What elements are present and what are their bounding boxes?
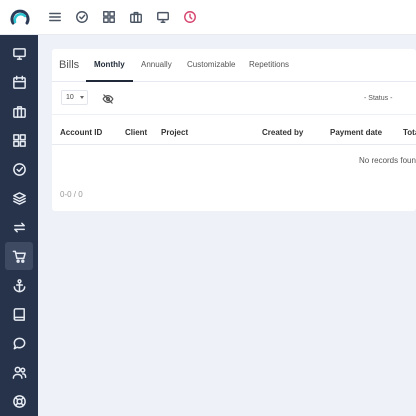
column-header-project[interactable]: Project: [161, 128, 188, 137]
sidebar: [0, 35, 38, 416]
column-header-created-by[interactable]: Created by: [262, 128, 303, 137]
book-icon[interactable]: [5, 300, 33, 328]
briefcase-icon[interactable]: [128, 9, 144, 25]
cart-icon[interactable]: [5, 242, 33, 270]
active-tab-indicator: [86, 80, 133, 82]
tab-monthly[interactable]: Monthly: [94, 60, 125, 69]
grid-icon[interactable]: [101, 9, 117, 25]
column-header-payment-date[interactable]: Payment date: [330, 128, 382, 137]
monitor-icon[interactable]: [5, 39, 33, 67]
lifebuoy-icon[interactable]: [5, 387, 33, 415]
app-logo[interactable]: [10, 8, 30, 28]
pagination-info: 0-0 / 0: [60, 190, 83, 199]
grid-icon[interactable]: [5, 126, 33, 154]
column-header-client[interactable]: Client: [125, 128, 147, 137]
page-size-value: 10: [66, 94, 74, 101]
calendar-icon[interactable]: [5, 68, 33, 96]
page-size-select[interactable]: 10: [61, 90, 88, 105]
users-icon[interactable]: [5, 358, 33, 386]
bills-header: Bills Monthly Annually Customizable Repe…: [52, 49, 416, 82]
repeat-icon[interactable]: [5, 213, 33, 241]
top-bar: [0, 0, 416, 35]
bills-card: Bills Monthly Annually Customizable Repe…: [52, 49, 416, 211]
briefcase-icon[interactable]: [5, 97, 33, 125]
layers-icon[interactable]: [5, 184, 33, 212]
tab-annually[interactable]: Annually: [141, 60, 172, 69]
eye-off-icon[interactable]: [102, 92, 114, 104]
chevron-down-icon: [80, 96, 84, 99]
check-circle-icon[interactable]: [74, 9, 90, 25]
filter-bar: 10 - Status -: [52, 83, 416, 115]
check-circle-icon[interactable]: [5, 155, 33, 183]
tab-repetitions[interactable]: Repetitions: [249, 60, 289, 69]
anchor-icon[interactable]: [5, 271, 33, 299]
chat-icon[interactable]: [5, 329, 33, 357]
tab-customizable[interactable]: Customizable: [187, 60, 235, 69]
menu-icon[interactable]: [47, 9, 63, 25]
clock-icon[interactable]: [182, 9, 198, 25]
empty-table-message: No records foun: [359, 156, 416, 165]
column-header-total[interactable]: Tota: [403, 128, 416, 137]
status-filter-select[interactable]: - Status -: [360, 91, 416, 106]
monitor-icon[interactable]: [155, 9, 171, 25]
column-header-account-id[interactable]: Account ID: [60, 128, 102, 137]
table-header: Account ID Client Project Created by Pay…: [52, 117, 416, 145]
page-title: Bills: [59, 59, 80, 71]
